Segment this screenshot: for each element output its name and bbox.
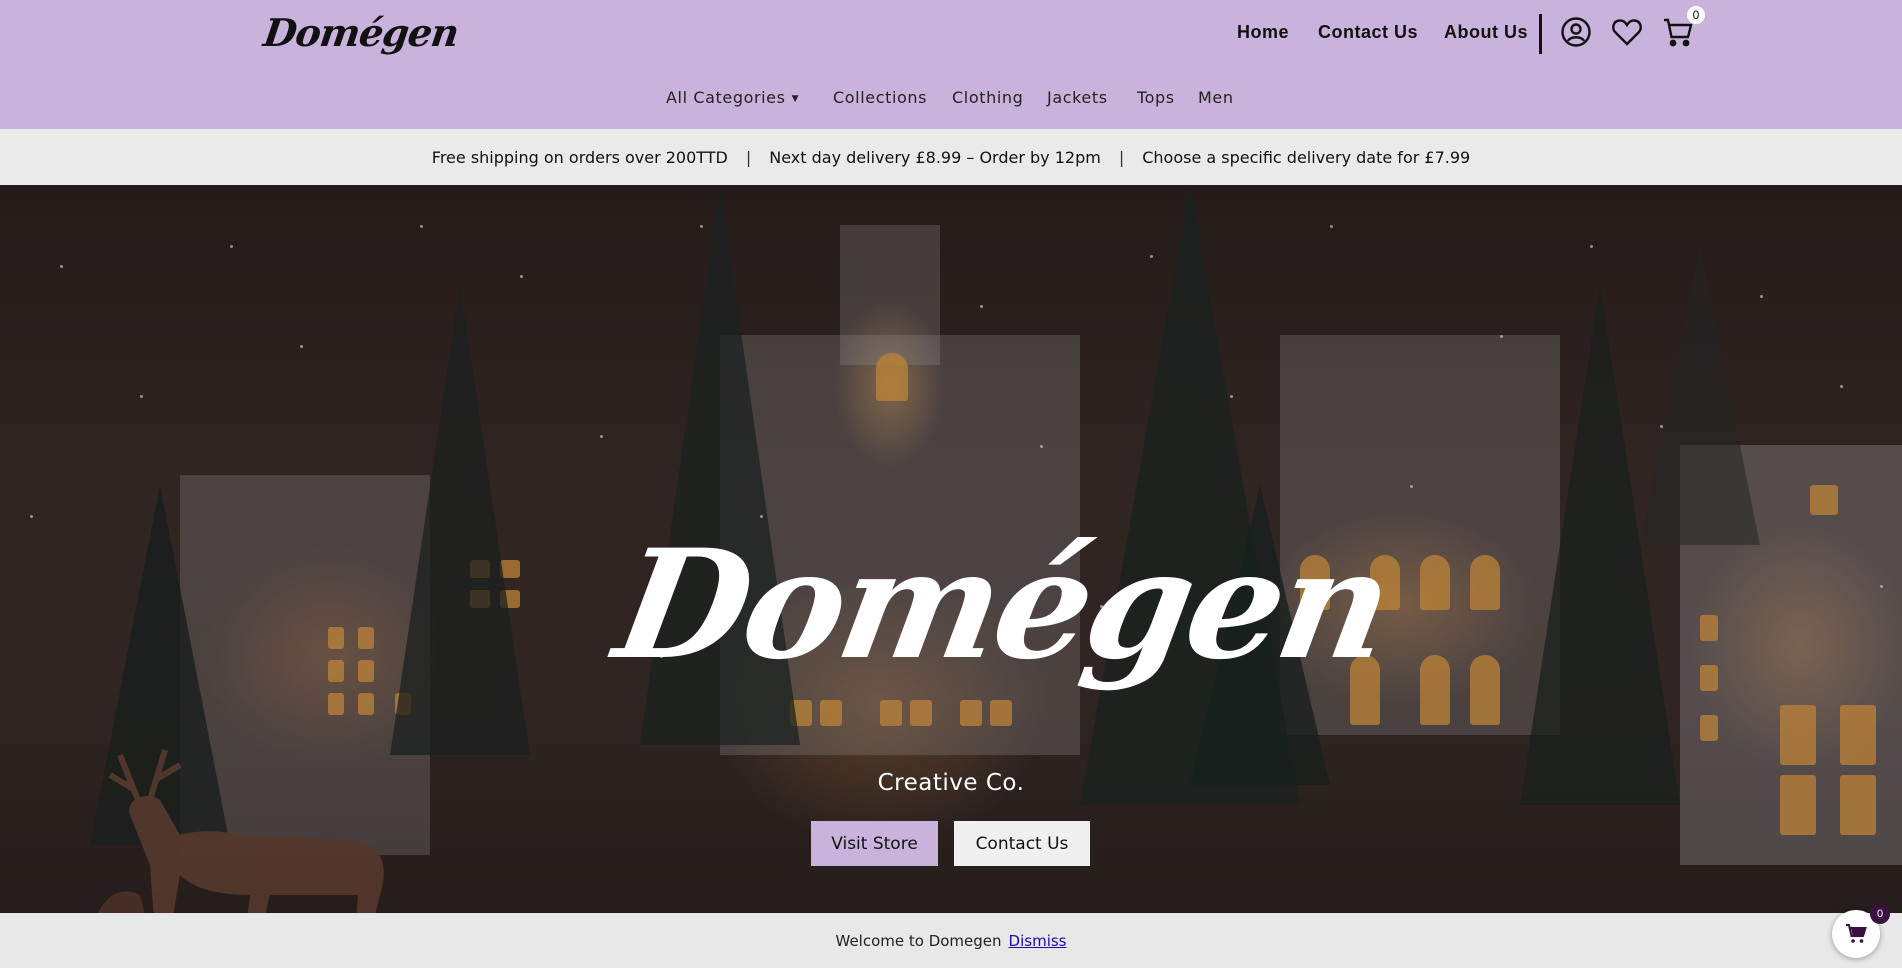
category-men[interactable]: Men: [1198, 88, 1234, 107]
cart-count-badge: 0: [1687, 6, 1705, 24]
floating-cart-count: 0: [1870, 904, 1890, 924]
promo-bar: Free shipping on orders over 200TTD | Ne…: [0, 129, 1902, 185]
site-header: Domégen Home Contact Us About Us 0 All C…: [0, 0, 1902, 129]
nav-divider: [1539, 14, 1542, 54]
category-nav: All Categories ▼ Collections Clothing Jac…: [0, 88, 1902, 114]
dismiss-link[interactable]: Dismiss: [1009, 932, 1067, 950]
caret-down-icon: ▼: [791, 93, 800, 104]
hero-subtitle: Creative Co.: [877, 770, 1025, 796]
category-collections[interactable]: Collections: [833, 88, 927, 107]
category-jackets[interactable]: Jackets: [1047, 88, 1108, 107]
promo-delivery-date: Choose a specific delivery date for £7.9…: [1142, 147, 1471, 167]
category-clothing[interactable]: Clothing: [952, 88, 1023, 107]
account-icon[interactable]: [1559, 15, 1593, 49]
promo-separator: |: [1118, 147, 1125, 167]
heart-icon[interactable]: [1610, 15, 1644, 49]
promo-free-shipping: Free shipping on orders over 200TTD: [431, 147, 728, 167]
contact-us-button[interactable]: Contact Us: [954, 821, 1090, 866]
visit-store-button[interactable]: Visit Store: [811, 821, 938, 866]
category-all[interactable]: All Categories ▼: [666, 88, 799, 107]
promo-next-day: Next day delivery £8.99 – Order by 12pm: [769, 147, 1101, 167]
brand-logo[interactable]: Domégen: [261, 10, 461, 55]
welcome-notice: Welcome to Domegen Dismiss: [0, 913, 1902, 968]
nav-contact-link[interactable]: Contact Us: [1318, 22, 1418, 43]
welcome-text: Welcome to Domegen: [835, 931, 1002, 950]
hero-banner: Domégen Creative Co. Visit Store Contact…: [0, 185, 1902, 913]
nav-home-link[interactable]: Home: [1237, 22, 1289, 43]
nav-about-link[interactable]: About Us: [1444, 22, 1528, 43]
hero-title: Domégen: [604, 517, 1402, 693]
category-all-label: All Categories: [666, 88, 786, 107]
category-tops[interactable]: Tops: [1137, 88, 1175, 107]
cart-icon: [1846, 924, 1867, 943]
promo-separator: |: [745, 147, 752, 167]
